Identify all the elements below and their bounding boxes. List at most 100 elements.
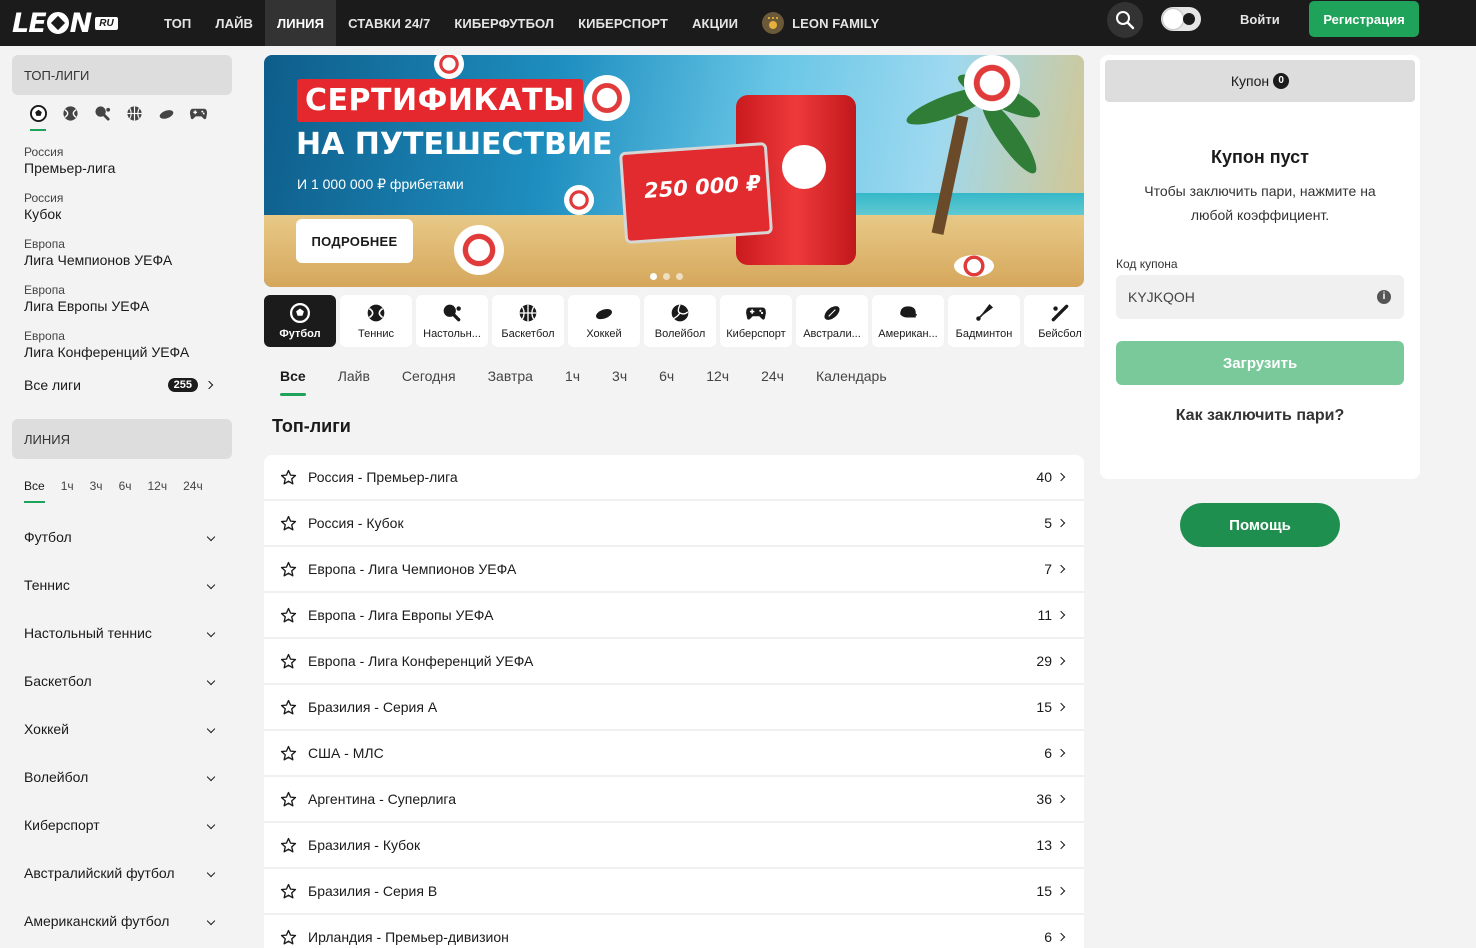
banner-title: НА ПУТЕШЕСТВИЕ — [296, 127, 613, 162]
star-icon[interactable] — [280, 883, 300, 900]
star-icon[interactable] — [280, 699, 300, 716]
time-filter-12h[interactable]: 12ч — [148, 479, 168, 499]
filter-tab-tomorrow[interactable]: Завтра — [472, 360, 549, 392]
sidebar-sport-table-tennis-row[interactable]: Настольный теннис — [12, 609, 232, 657]
filter-tab-today[interactable]: Сегодня — [386, 360, 472, 392]
nav-live[interactable]: ЛАЙВ — [203, 0, 265, 46]
filter-tab-live[interactable]: Лайв — [322, 360, 386, 392]
tab-baseball[interactable]: Бейсбол — [1024, 295, 1084, 347]
sidebar-league-item[interactable]: Россия Кубок — [12, 191, 232, 227]
soccer-ball-icon — [29, 105, 47, 122]
star-icon[interactable] — [280, 791, 300, 808]
login-button[interactable]: Войти — [1226, 1, 1294, 37]
sidebar-sport-esports[interactable] — [182, 105, 214, 129]
tab-badminton[interactable]: Бадминтон — [948, 295, 1020, 347]
nav-esports[interactable]: КИБЕРСПОРТ — [566, 0, 680, 46]
tab-label: Киберспорт — [726, 328, 786, 340]
sidebar-sport-basketball[interactable] — [118, 105, 150, 129]
carousel-dot[interactable] — [663, 273, 670, 280]
search-button[interactable] — [1107, 2, 1143, 38]
tab-esports[interactable]: Киберспорт — [720, 295, 792, 347]
tab-table-tennis[interactable]: Настольн... — [416, 295, 488, 347]
time-filter-1h[interactable]: 1ч — [61, 479, 74, 499]
star-icon[interactable] — [280, 607, 300, 624]
league-row[interactable]: Ирландия - Премьер-дивизион 6 — [264, 915, 1084, 948]
league-row[interactable]: Бразилия - Кубок 13 — [264, 823, 1084, 869]
tab-football[interactable]: Футбол — [264, 295, 336, 347]
time-filter-6h[interactable]: 6ч — [119, 479, 132, 499]
sidebar-league-item[interactable]: Европа Лига Конференций УЕФА — [12, 329, 232, 365]
sidebar-sport-volleyball-row[interactable]: Волейбол — [12, 753, 232, 801]
promo-banner[interactable]: 250 000 ₽ СЕРТИФИКАТЫ НА ПУТЕШЕСТВИЕ И 1… — [264, 55, 1084, 287]
nav-cyberfootball[interactable]: КИБЕРФУТБОЛ — [442, 0, 566, 46]
banner-more-button[interactable]: ПОДРОБНЕЕ — [296, 219, 413, 263]
filter-tab-6h[interactable]: 6ч — [643, 360, 690, 392]
gamepad-icon — [746, 307, 766, 320]
register-button[interactable]: Регистрация — [1309, 1, 1419, 37]
league-row[interactable]: Бразилия - Серия А 15 — [264, 685, 1084, 731]
filter-tab-12h[interactable]: 12ч — [690, 360, 745, 392]
league-row[interactable]: Европа - Лига Чемпионов УЕФА 7 — [264, 547, 1084, 593]
coupon-tab[interactable]: Купон 0 — [1105, 60, 1415, 102]
sidebar-sport-tennis[interactable] — [54, 105, 86, 129]
all-leagues-link[interactable]: Все лиги 255 — [12, 367, 232, 403]
filter-tab-24h[interactable]: 24ч — [745, 360, 800, 392]
tab-hockey[interactable]: Хоккей — [568, 295, 640, 347]
filter-tab-3h[interactable]: 3ч — [596, 360, 643, 392]
star-icon[interactable] — [280, 929, 300, 946]
sidebar-sport-basketball-row[interactable]: Баскетбол — [12, 657, 232, 705]
theme-toggle[interactable] — [1161, 7, 1201, 31]
sidebar-sport-esports-row[interactable]: Киберспорт — [12, 801, 232, 849]
sidebar-league-item[interactable]: Европа Лига Чемпионов УЕФА — [12, 237, 232, 273]
time-filter-24h[interactable]: 24ч — [183, 479, 203, 499]
time-filter-all[interactable]: Все — [24, 479, 45, 503]
league-row[interactable]: США - МЛС 6 — [264, 731, 1084, 777]
league-name: Россия - Кубок — [308, 515, 404, 531]
sidebar-sport-hockey-row[interactable]: Хоккей — [12, 705, 232, 753]
help-button[interactable]: Помощь — [1180, 503, 1340, 547]
sidebar-sport-soccer[interactable] — [22, 105, 54, 131]
league-row[interactable]: Европа - Лига Европы УЕФА 11 — [264, 593, 1084, 639]
star-icon[interactable] — [280, 561, 300, 578]
filter-tab-1h[interactable]: 1ч — [549, 360, 596, 392]
tab-basketball[interactable]: Баскетбол — [492, 295, 564, 347]
league-row[interactable]: Европа - Лига Конференций УЕФА 29 — [264, 639, 1084, 685]
star-icon[interactable] — [280, 745, 300, 762]
nav-bets-24-7[interactable]: СТАВКИ 24/7 — [336, 0, 442, 46]
sidebar-sport-hockey[interactable] — [150, 105, 182, 129]
nav-line[interactable]: ЛИНИЯ — [265, 0, 337, 46]
sidebar-league-item[interactable]: Россия Премьер-лига — [12, 145, 232, 181]
nav-top[interactable]: ТОП — [152, 0, 203, 46]
toggle-knob — [1163, 9, 1183, 29]
carousel-dot[interactable] — [676, 273, 683, 280]
star-icon[interactable] — [280, 653, 300, 670]
league-row[interactable]: Бразилия - Серия В 15 — [264, 869, 1084, 915]
carousel-dot[interactable] — [650, 273, 657, 280]
tab-aussie-rules[interactable]: Австрали... — [796, 295, 868, 347]
sidebar-sport-tennis-row[interactable]: Теннис — [12, 561, 232, 609]
star-icon[interactable] — [280, 837, 300, 854]
league-row[interactable]: Россия - Кубок 5 — [264, 501, 1084, 547]
load-coupon-button[interactable]: Загрузить — [1116, 341, 1404, 385]
sidebar-sport-football[interactable]: Футбол — [12, 513, 232, 561]
sidebar-sport-american-football-row[interactable]: Американский футбол — [12, 897, 232, 945]
coupon-code-input[interactable] — [1116, 275, 1404, 319]
how-to-bet-link[interactable]: Как заключить пари? — [1100, 407, 1420, 425]
time-filter-3h[interactable]: 3ч — [90, 479, 103, 499]
filter-tab-calendar[interactable]: Календарь — [800, 360, 903, 392]
tab-american-football[interactable]: Америкaн... — [872, 295, 944, 347]
leon-logo[interactable]: LE N RU — [12, 5, 118, 41]
league-row[interactable]: Аргентина - Суперлига 36 — [264, 777, 1084, 823]
tab-tennis[interactable]: Теннис — [340, 295, 412, 347]
sidebar-league-item[interactable]: Европа Лига Европы УЕФА — [12, 283, 232, 319]
star-icon[interactable] — [280, 469, 300, 486]
info-icon[interactable]: i — [1377, 290, 1391, 304]
league-row[interactable]: Россия - Премьер-лига 40 — [264, 455, 1084, 501]
sidebar-sport-table-tennis[interactable] — [86, 105, 118, 129]
nav-leon-family[interactable]: LEON FAMILY — [750, 0, 891, 46]
nav-promotions[interactable]: АКЦИИ — [680, 0, 750, 46]
tab-volleyball[interactable]: Волейбол — [644, 295, 716, 347]
star-icon[interactable] — [280, 515, 300, 532]
sidebar-sport-aussie-rules-row[interactable]: Австралийский футбол — [12, 849, 232, 897]
filter-tab-all[interactable]: Все — [264, 360, 322, 396]
